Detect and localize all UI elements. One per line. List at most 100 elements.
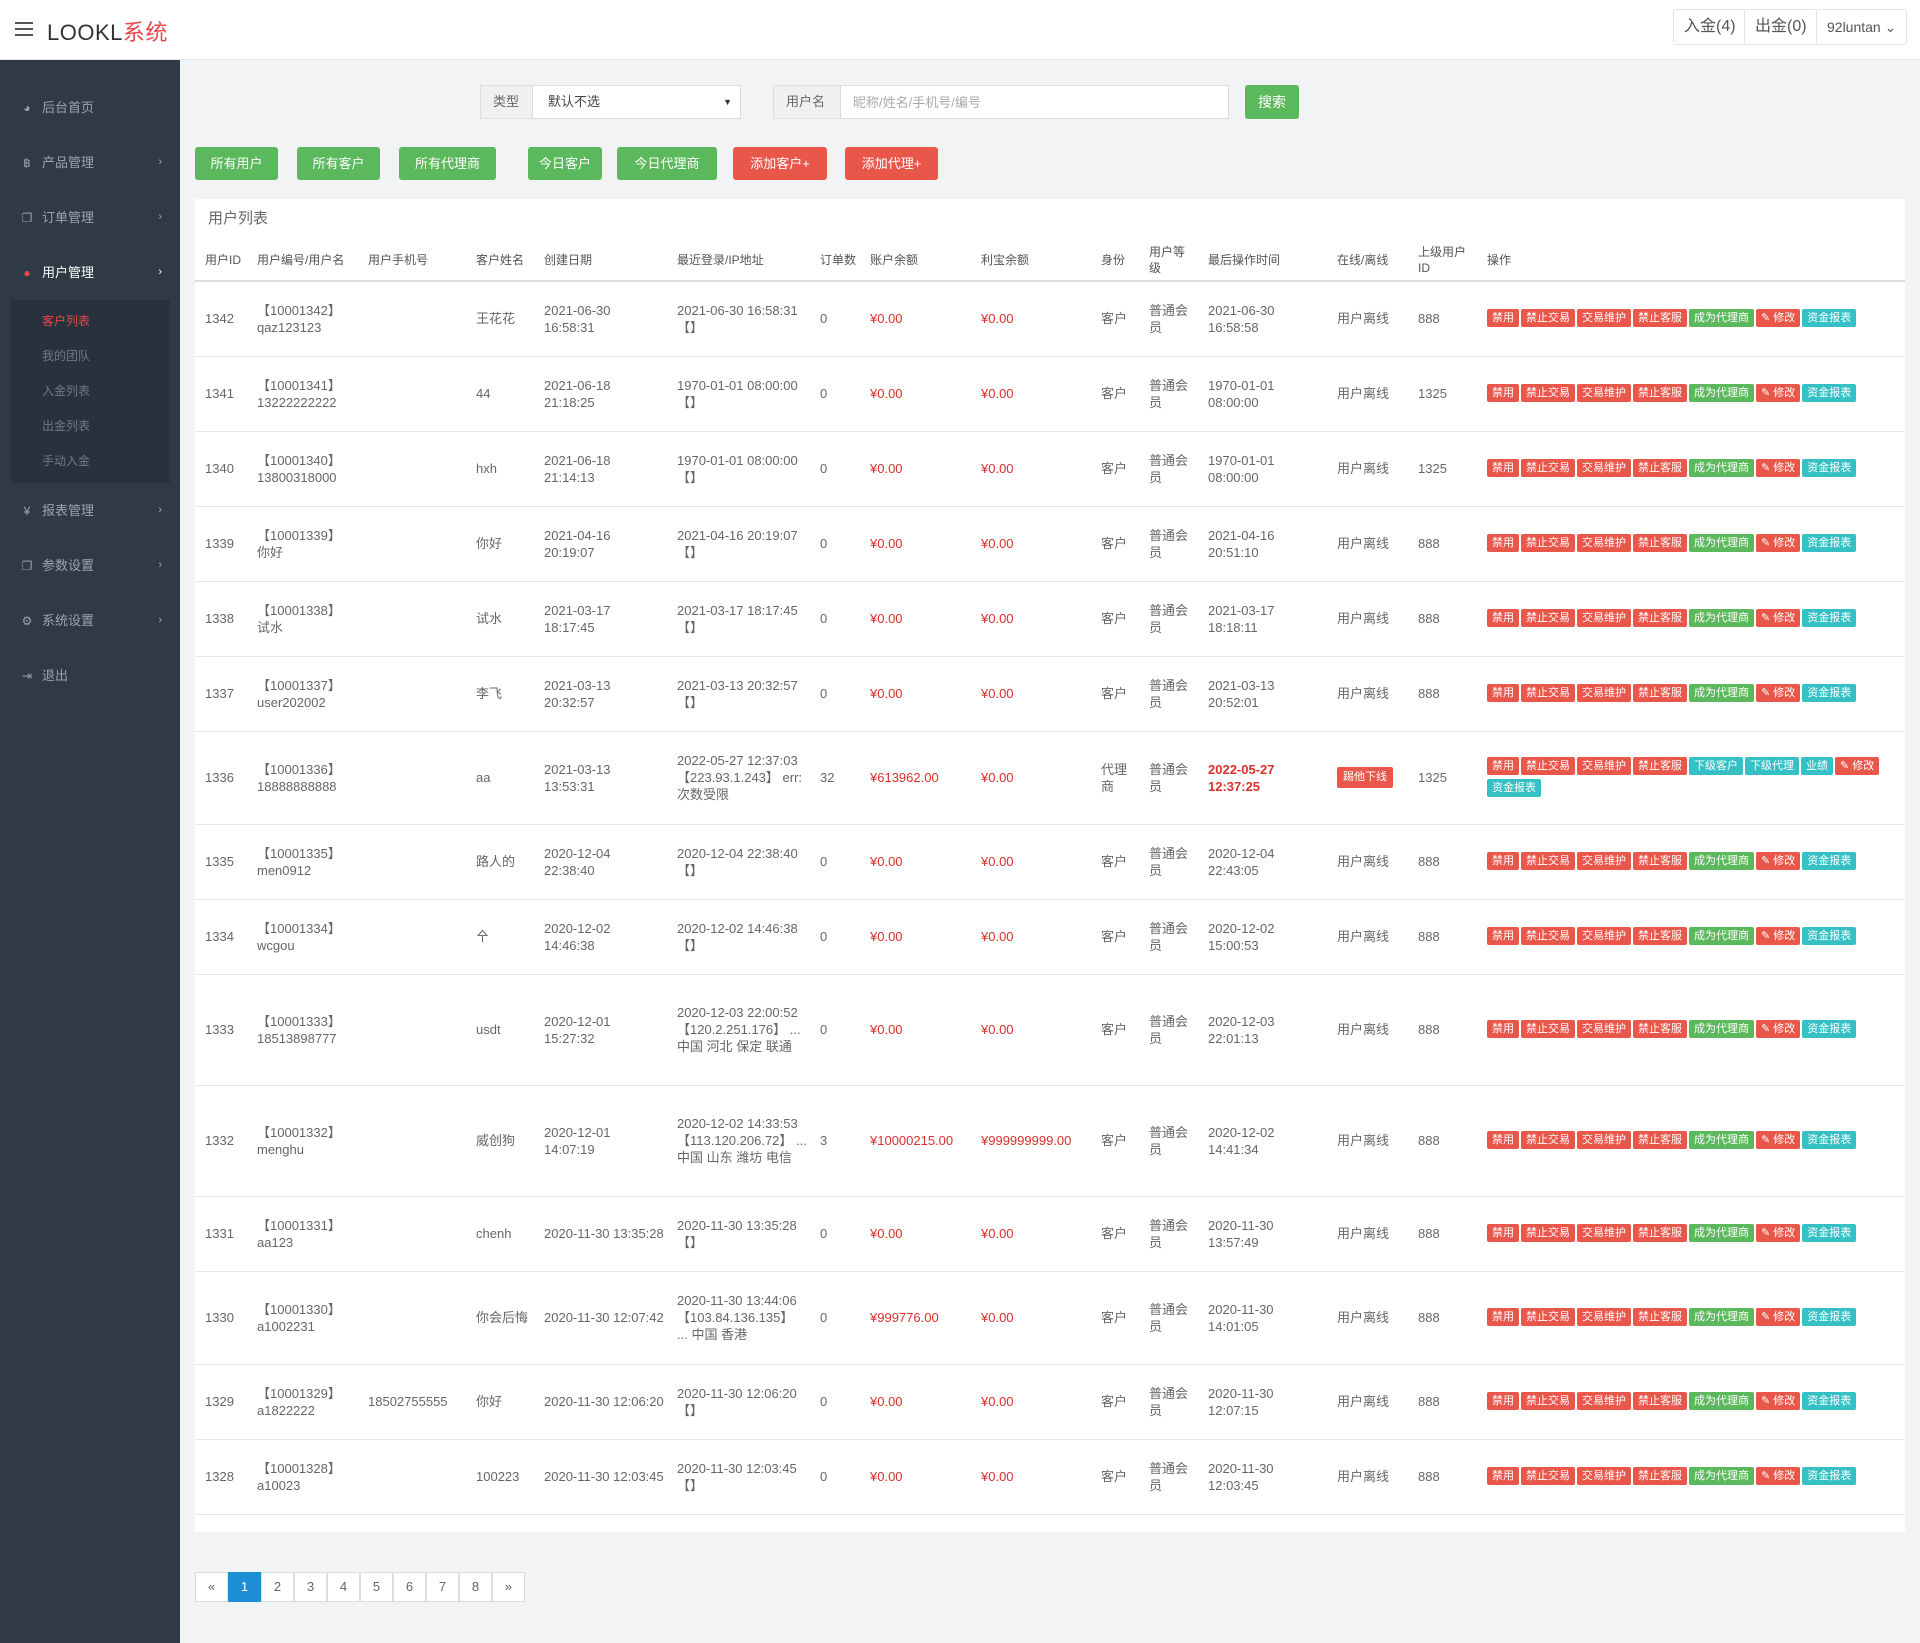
page-button[interactable]: 5: [360, 1572, 393, 1602]
action-button[interactable]: ✎ 修改: [1756, 683, 1801, 702]
action-button[interactable]: 禁止客服: [1633, 1130, 1687, 1149]
filter-button[interactable]: 今日代理商: [617, 147, 717, 180]
action-button[interactable]: 禁用: [1487, 608, 1519, 627]
action-button[interactable]: 禁止客服: [1633, 926, 1687, 945]
action-button[interactable]: 成为代理商: [1689, 308, 1754, 327]
page-button[interactable]: 7: [426, 1572, 459, 1602]
page-button[interactable]: 2: [261, 1572, 294, 1602]
action-button[interactable]: ✎ 修改: [1756, 383, 1801, 402]
action-button[interactable]: 交易维护: [1577, 1223, 1631, 1242]
sidebar-subitem[interactable]: 我的团队: [10, 339, 170, 374]
action-button[interactable]: 禁止客服: [1633, 1223, 1687, 1242]
action-button[interactable]: 成为代理商: [1689, 1019, 1754, 1038]
action-button[interactable]: ✎ 修改: [1835, 756, 1880, 775]
action-button[interactable]: 禁用: [1487, 1223, 1519, 1242]
action-button[interactable]: 禁止客服: [1633, 458, 1687, 477]
action-button[interactable]: 禁止客服: [1633, 683, 1687, 702]
action-button[interactable]: 交易维护: [1577, 458, 1631, 477]
action-button[interactable]: 禁止客服: [1633, 1307, 1687, 1326]
action-button[interactable]: 资金报表: [1802, 851, 1857, 870]
sidebar-item[interactable]: ฿ 产品管理 ›: [0, 135, 180, 190]
action-button[interactable]: 禁止客服: [1633, 308, 1687, 327]
action-button[interactable]: 禁用: [1487, 1307, 1519, 1326]
action-button[interactable]: 资金报表: [1802, 533, 1857, 552]
action-button[interactable]: 禁用: [1487, 1466, 1519, 1485]
action-button[interactable]: 资金报表: [1802, 1019, 1857, 1038]
sidebar-item[interactable]: ⇥ 退出: [0, 648, 180, 703]
action-button[interactable]: 资金报表: [1802, 1223, 1857, 1242]
sidebar-item[interactable]: ⚙ 系统设置 ›: [0, 593, 180, 648]
action-button[interactable]: ✎ 修改: [1756, 1391, 1801, 1410]
search-button[interactable]: 搜索: [1245, 85, 1299, 119]
action-button[interactable]: 资金报表: [1802, 383, 1857, 402]
action-button[interactable]: 禁止客服: [1633, 756, 1687, 775]
action-button[interactable]: 禁用: [1487, 533, 1519, 552]
page-button[interactable]: 8: [459, 1572, 492, 1602]
action-button[interactable]: ✎ 修改: [1756, 926, 1801, 945]
action-button[interactable]: 禁用: [1487, 458, 1519, 477]
action-button[interactable]: 禁用: [1487, 683, 1519, 702]
action-button[interactable]: ✎ 修改: [1756, 1466, 1801, 1485]
sidebar-item[interactable]: ● 用户管理 ›: [0, 245, 180, 300]
action-button[interactable]: 禁用: [1487, 308, 1519, 327]
filter-button[interactable]: 所有代理商: [399, 147, 496, 180]
action-button[interactable]: 成为代理商: [1689, 1307, 1754, 1326]
action-button[interactable]: 成为代理商: [1689, 683, 1754, 702]
sidebar-subitem[interactable]: 出金列表: [10, 409, 170, 444]
action-button[interactable]: 禁止交易: [1521, 308, 1575, 327]
next-page-button[interactable]: »: [492, 1572, 525, 1602]
action-button[interactable]: 交易维护: [1577, 851, 1631, 870]
action-button[interactable]: 成为代理商: [1689, 533, 1754, 552]
prev-page-button[interactable]: «: [195, 1572, 228, 1602]
action-button[interactable]: ✎ 修改: [1756, 851, 1801, 870]
action-button[interactable]: 禁止交易: [1521, 1130, 1575, 1149]
action-button[interactable]: 交易维护: [1577, 1466, 1631, 1485]
action-button[interactable]: 成为代理商: [1689, 383, 1754, 402]
action-button[interactable]: 成为代理商: [1689, 1466, 1754, 1485]
action-button[interactable]: ✎ 修改: [1756, 1223, 1801, 1242]
action-button[interactable]: 资金报表: [1802, 1130, 1857, 1149]
action-button[interactable]: 成为代理商: [1689, 1391, 1754, 1410]
action-button[interactable]: 资金报表: [1802, 458, 1857, 477]
action-button[interactable]: ✎ 修改: [1756, 308, 1801, 327]
action-button[interactable]: 成为代理商: [1689, 608, 1754, 627]
action-button[interactable]: ✎ 修改: [1756, 533, 1801, 552]
action-button[interactable]: 交易维护: [1577, 533, 1631, 552]
action-button[interactable]: 成为代理商: [1689, 458, 1754, 477]
action-button[interactable]: 成为代理商: [1689, 1223, 1754, 1242]
action-button[interactable]: 禁用: [1487, 1391, 1519, 1410]
action-button[interactable]: 禁用: [1487, 383, 1519, 402]
action-button[interactable]: 禁止交易: [1521, 756, 1575, 775]
action-button[interactable]: 资金报表: [1802, 308, 1857, 327]
action-button[interactable]: 交易维护: [1577, 1307, 1631, 1326]
deposit-button[interactable]: 入金(4): [1673, 9, 1747, 45]
filter-button[interactable]: 添加客户+: [733, 147, 827, 180]
action-button[interactable]: ✎ 修改: [1756, 1130, 1801, 1149]
action-button[interactable]: 下级代理: [1745, 756, 1799, 775]
action-button[interactable]: 资金报表: [1802, 683, 1857, 702]
action-button[interactable]: ✎ 修改: [1756, 1019, 1801, 1038]
action-button[interactable]: 禁止交易: [1521, 533, 1575, 552]
action-button[interactable]: 交易维护: [1577, 383, 1631, 402]
action-button[interactable]: ✎ 修改: [1756, 458, 1801, 477]
page-button[interactable]: 4: [327, 1572, 360, 1602]
action-button[interactable]: 禁止交易: [1521, 1223, 1575, 1242]
action-button[interactable]: 资金报表: [1802, 1391, 1857, 1410]
action-button[interactable]: 禁止客服: [1633, 608, 1687, 627]
page-button[interactable]: 6: [393, 1572, 426, 1602]
action-button[interactable]: 下级客户: [1689, 756, 1743, 775]
sidebar-subitem[interactable]: 入金列表: [10, 374, 170, 409]
sidebar-item[interactable]: ¥ 报表管理 ›: [0, 483, 180, 538]
action-button[interactable]: 禁止客服: [1633, 383, 1687, 402]
action-button[interactable]: 资金报表: [1802, 1307, 1857, 1326]
action-button[interactable]: 资金报表: [1802, 1466, 1857, 1485]
action-button[interactable]: 交易维护: [1577, 926, 1631, 945]
filter-button[interactable]: 添加代理+: [845, 147, 938, 180]
username-search-input[interactable]: [840, 85, 1229, 119]
sidebar-subitem[interactable]: 客户列表: [10, 304, 170, 339]
action-button[interactable]: 成为代理商: [1689, 851, 1754, 870]
action-button[interactable]: 禁用: [1487, 1019, 1519, 1038]
type-select[interactable]: 默认不选 ▼: [532, 85, 741, 119]
sidebar-item[interactable]: ❐ 参数设置 ›: [0, 538, 180, 593]
action-button[interactable]: 禁用: [1487, 926, 1519, 945]
